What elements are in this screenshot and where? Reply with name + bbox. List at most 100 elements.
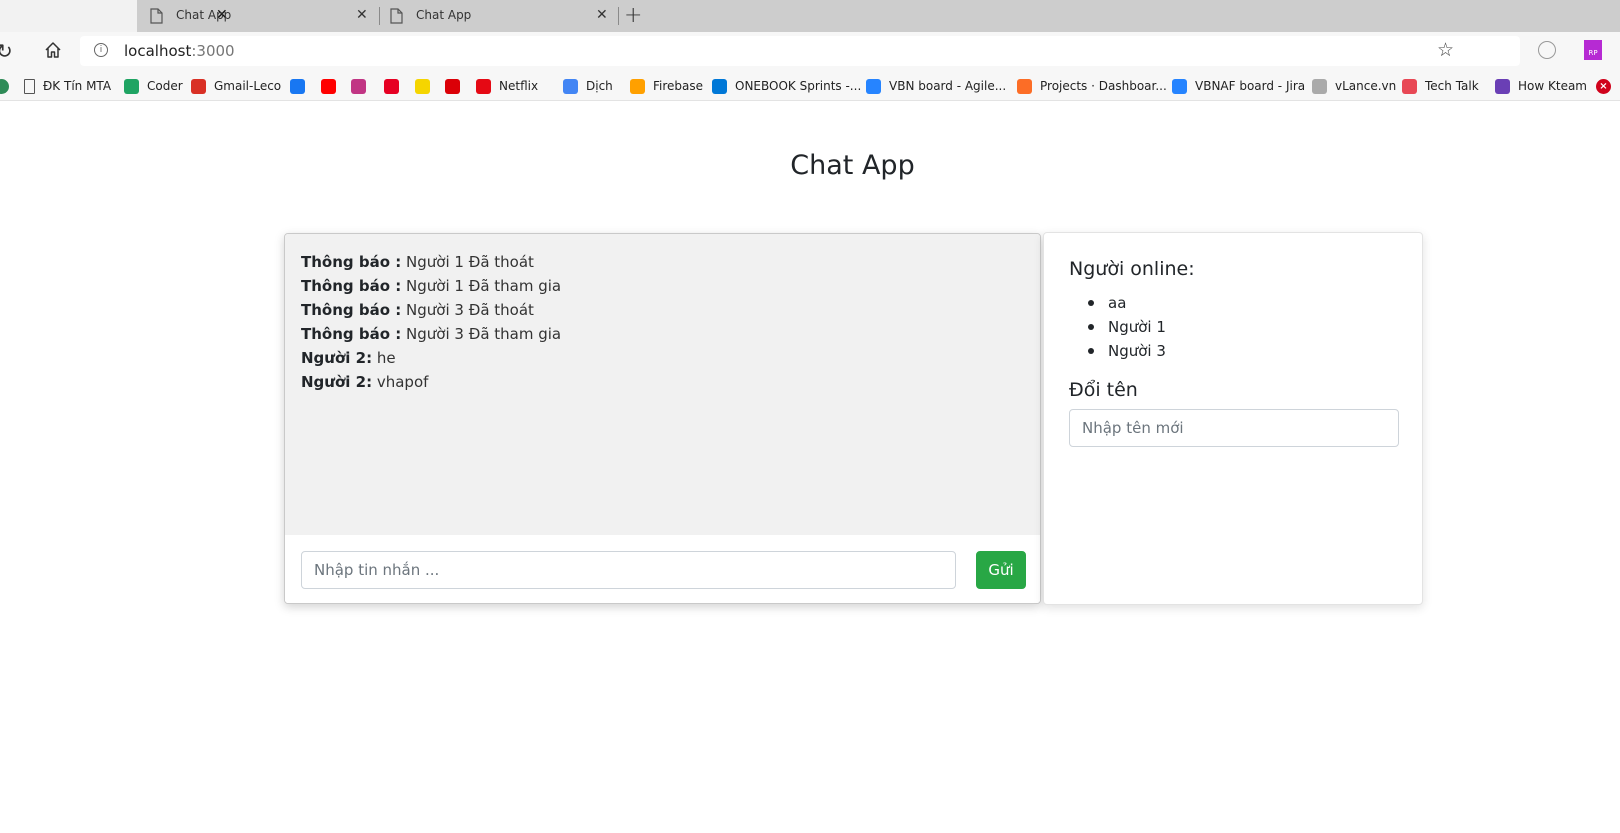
site-info-icon[interactable]: i [94, 43, 108, 57]
browser-toolbar: ↻ i localhost:3000 ☆ RP [0, 32, 1620, 70]
bookmark-label: ONEBOOK Sprints -... [735, 79, 862, 93]
yellow-site-icon [415, 78, 430, 94]
bookmark-item[interactable]: Firebase [630, 77, 703, 95]
chat-message: Người 2: vhapof [301, 370, 1026, 394]
online-users-heading: Người online: [1069, 258, 1195, 280]
message-sender: Thông báo : [301, 325, 402, 343]
jira-icon [1172, 78, 1187, 94]
message-text: Người 3 Đã thoát [401, 301, 534, 319]
bookmark-label: Gmail-Leco [214, 79, 282, 93]
bookmark-label: Netflix [499, 79, 539, 93]
bookmarks-bar: ĐK Tín MTA Coder Gmail-Leco Netflix Dịch Fire… [0, 70, 1620, 101]
bookmark-label: How Kteam [1518, 79, 1587, 93]
browser-tab-strip: ✕ Chat App ✕ Chat App ✕ + [0, 0, 1620, 32]
bookmark-item[interactable] [290, 77, 305, 95]
message-text: he [372, 349, 396, 367]
chat-message: Thông báo : Người 3 Đã tham gia [301, 322, 1026, 346]
online-users-panel: Người online: aa Người 1 Người 3 Đổi tên [1043, 232, 1423, 605]
new-tab-plus-icon[interactable]: + [624, 3, 642, 28]
address-bar[interactable]: i localhost:3000 ☆ [80, 36, 1520, 66]
bookmark-item[interactable]: Projects · Dashboar... [1017, 77, 1167, 95]
message-composer: Gửi [285, 535, 1040, 603]
online-user-item: Người 3 [1084, 339, 1166, 363]
browser-tab-1[interactable]: Chat App ✕ [140, 0, 378, 32]
bookmark-item[interactable] [415, 77, 430, 95]
tab-title: Chat App [416, 8, 472, 22]
bookmark-item[interactable]: Netflix [476, 77, 538, 95]
online-user-item: Người 1 [1084, 315, 1166, 339]
bookmark-item[interactable]: Tech Talk [1402, 77, 1479, 95]
message-sender: Thông báo : [301, 301, 402, 319]
message-text: vhapof [372, 373, 429, 391]
pinterest-icon [384, 78, 399, 94]
bookmark-label: Coder [147, 79, 183, 93]
rp-extension-icon[interactable]: RP [1584, 40, 1602, 60]
address-url[interactable]: localhost:3000 [124, 42, 235, 60]
browser-tab-active-partial[interactable]: ✕ [0, 0, 228, 32]
send-button[interactable]: Gửi [976, 551, 1026, 589]
bookmark-label: Firebase [653, 79, 704, 93]
chat-message: Thông báo : Người 3 Đã thoát [301, 298, 1026, 322]
bookmark-item[interactable]: ĐK Tín MTA [24, 77, 111, 95]
address-host: localhost [124, 42, 192, 60]
message-sender: Thông báo : [301, 277, 402, 295]
online-user-item: aa [1084, 291, 1166, 315]
kteam-icon [1495, 78, 1510, 94]
message-list[interactable]: Thông báo : Người 1 Đã thoát Thông báo : … [285, 234, 1040, 535]
bookmark-label: vLance.vn [1335, 79, 1397, 93]
vlance-icon [1312, 78, 1327, 94]
azure-devops-icon [712, 78, 727, 94]
chat-message: Thông báo : Người 1 Đã tham gia [301, 274, 1026, 298]
reload-icon[interactable]: ↻ [0, 39, 13, 63]
home-icon[interactable] [44, 41, 62, 59]
chat-message: Người 2: he [301, 346, 1026, 370]
online-users-list: aa Người 1 Người 3 [1084, 291, 1166, 363]
bookmark-label: Dịch [586, 79, 613, 93]
bookmark-ext-icon[interactable] [0, 77, 17, 95]
message-text: Người 1 Đã thoát [401, 253, 534, 271]
message-input[interactable] [301, 551, 956, 589]
netflix-icon [476, 78, 491, 94]
bookmark-label: VBN board - Agile... [889, 79, 1007, 93]
rename-input[interactable] [1069, 409, 1399, 447]
gmail-icon [191, 78, 206, 94]
gitlab-icon [1017, 78, 1032, 94]
bookmark-item[interactable]: VBNAF board - Jira [1172, 77, 1305, 95]
page-icon [150, 8, 163, 24]
instagram-icon [351, 78, 366, 94]
bookmark-label: ĐK Tín MTA [43, 79, 112, 93]
bookmark-item[interactable] [351, 77, 366, 95]
rename-heading: Đổi tên [1069, 379, 1138, 401]
bookmark-item[interactable]: Dịch [563, 77, 613, 95]
page-icon [390, 8, 403, 24]
message-sender: Người 2: [301, 349, 373, 367]
facebook-icon [290, 78, 305, 94]
firebase-icon [630, 78, 645, 94]
globe-extension-icon[interactable] [1538, 41, 1556, 59]
browser-tab-2[interactable]: Chat App ✕ [380, 0, 618, 32]
bookmark-item[interactable] [321, 77, 336, 95]
page-title: Chat App [790, 150, 915, 181]
chat-message: Thông báo : Người 1 Đã thoát [301, 250, 1026, 274]
bookmark-item[interactable]: ONEBOOK Sprints -... [712, 77, 861, 95]
bookmark-item[interactable]: How Kteam [1495, 77, 1587, 95]
bookmark-label: VBNAF board - Jira [1195, 79, 1306, 93]
bookmark-item[interactable] [445, 77, 460, 95]
message-sender: Người 2: [301, 373, 373, 391]
bookmark-item[interactable]: Gmail-Leco [191, 77, 281, 95]
bookmark-item[interactable]: vLance.vn [1312, 77, 1396, 95]
bookmark-item[interactable]: Coder [124, 77, 183, 95]
google-translate-icon [563, 78, 578, 94]
google-drive-icon [124, 78, 139, 94]
message-sender: Thông báo : [301, 253, 402, 271]
bookmark-item[interactable] [384, 77, 399, 95]
bookmark-label: Tech Talk [1425, 79, 1479, 93]
bookmark-overflow-icon[interactable]: × [1596, 77, 1619, 95]
address-port: :3000 [191, 42, 235, 60]
close-tab-icon[interactable]: ✕ [596, 7, 608, 23]
message-text: Người 1 Đã tham gia [401, 277, 562, 295]
bookmark-item[interactable]: VBN board - Agile... [866, 77, 1006, 95]
bookmark-star-icon[interactable]: ☆ [1437, 39, 1454, 61]
tab-divider [618, 7, 619, 25]
close-tab-icon[interactable]: ✕ [356, 7, 368, 23]
